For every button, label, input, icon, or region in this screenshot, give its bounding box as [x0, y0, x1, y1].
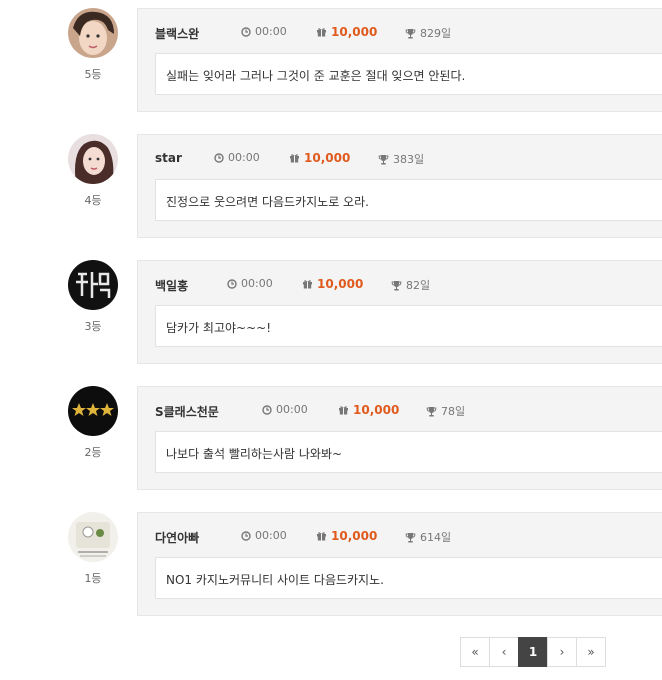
time-info: 00:00 — [227, 277, 273, 290]
gift-icon — [303, 280, 312, 289]
gift-icon — [317, 28, 326, 37]
time-value: 00:00 — [255, 529, 287, 542]
avatar[interactable] — [68, 134, 118, 184]
attendance-entry: 1등 다연아빠 00:00 10,000 614일 NO1 카지노커뮤니티 사이… — [0, 512, 662, 618]
time-info: 00:00 — [241, 25, 287, 38]
gift-icon — [317, 532, 326, 541]
prev-page-button[interactable]: ‹ — [489, 637, 519, 667]
comment-card: star 00:00 10,000 383일 진정으로 웃으려면 다음드카지노로… — [137, 134, 662, 238]
trophy-icon — [405, 28, 416, 38]
entry-header: 다연아빠 00:00 10,000 614일 — [155, 529, 451, 549]
days-value: 78일 — [441, 405, 466, 418]
clock-icon — [214, 152, 224, 163]
avatar[interactable] — [68, 8, 118, 58]
points-value: 10,000 — [317, 277, 364, 291]
days-value: 82일 — [406, 279, 431, 292]
time-info: 00:00 — [241, 529, 287, 542]
pagination: « ‹ 1 › » — [460, 637, 606, 667]
time-value: 00:00 — [255, 25, 287, 38]
days-info: 82일 — [391, 277, 430, 293]
rank-label: 3등 — [84, 320, 102, 333]
trophy-icon — [426, 406, 437, 416]
avatar-column: 4등 — [68, 134, 118, 208]
page-button-current[interactable]: 1 — [518, 637, 548, 667]
time-value: 00:00 — [276, 403, 308, 416]
time-value: 00:00 — [228, 151, 260, 164]
entry-header: 블랙스완 00:00 10,000 829일 — [155, 25, 451, 45]
point-info: 10,000 — [316, 529, 377, 543]
days-value: 383일 — [393, 153, 425, 166]
comment-message: 담카가 최고야~~~! — [155, 305, 662, 347]
attendance-entry: 5등 블랙스완 00:00 10,000 829일 실패는 잊어라 그러나 그것… — [0, 8, 662, 114]
comment-message: 나보다 출석 빨리하는사람 나와봐~ — [155, 431, 662, 473]
days-info: 614일 — [405, 529, 451, 545]
attendance-entry: 2등 S클래스천문 00:00 10,000 78일 나보다 출석 빨리하는사람… — [0, 386, 662, 492]
trophy-icon — [405, 532, 416, 542]
points-value: 10,000 — [331, 529, 378, 543]
point-info: 10,000 — [302, 277, 363, 291]
clock-icon — [262, 404, 272, 415]
trophy-icon — [391, 280, 402, 290]
days-value: 614일 — [420, 531, 452, 544]
gift-icon — [290, 154, 299, 163]
rank-label: 1등 — [84, 572, 102, 585]
comment-card: 백일홍 00:00 10,000 82일 담카가 최고야~~~! — [137, 260, 662, 364]
time-value: 00:00 — [241, 277, 273, 290]
user-name[interactable]: S클래스천문 — [155, 405, 219, 419]
comment-message: NO1 카지노커뮤니티 사이트 다음드카지노. — [155, 557, 662, 599]
avatar[interactable] — [68, 512, 118, 562]
user-name[interactable]: 백일홍 — [155, 279, 188, 293]
days-info: 383일 — [378, 151, 424, 167]
avatar-column: 3등 — [68, 260, 118, 334]
points-value: 10,000 — [331, 25, 378, 39]
user-name[interactable]: 다연아빠 — [155, 531, 199, 545]
points-value: 10,000 — [353, 403, 400, 417]
point-info: 10,000 — [289, 151, 350, 165]
attendance-entry: 3등 백일홍 00:00 10,000 82일 담카가 최고야~~~! — [0, 260, 662, 366]
entry-header: star 00:00 10,000 383일 — [155, 151, 424, 171]
trophy-icon — [378, 154, 389, 164]
days-info: 78일 — [426, 403, 465, 419]
clock-icon — [241, 26, 251, 37]
rank-label: 2등 — [84, 446, 102, 459]
user-name[interactable]: star — [155, 151, 182, 165]
time-info: 00:00 — [214, 151, 260, 164]
avatar[interactable] — [68, 260, 118, 310]
comment-card: S클래스천문 00:00 10,000 78일 나보다 출석 빨리하는사람 나와… — [137, 386, 662, 490]
point-info: 10,000 — [338, 403, 399, 417]
avatar[interactable] — [68, 386, 118, 436]
days-value: 829일 — [420, 27, 452, 40]
rank-label: 4등 — [84, 194, 102, 207]
entry-header: S클래스천문 00:00 10,000 78일 — [155, 403, 465, 423]
last-page-button[interactable]: » — [576, 637, 606, 667]
days-info: 829일 — [405, 25, 451, 41]
avatar-column: 1등 — [68, 512, 118, 586]
attendance-entry: 4등 star 00:00 10,000 383일 진정으로 웃으려면 다음드카… — [0, 134, 662, 240]
avatar-column: 5등 — [68, 8, 118, 82]
comment-card: 블랙스완 00:00 10,000 829일 실패는 잊어라 그러나 그것이 준… — [137, 8, 662, 112]
point-info: 10,000 — [316, 25, 377, 39]
gift-icon — [339, 406, 348, 415]
clock-icon — [241, 530, 251, 541]
time-info: 00:00 — [262, 403, 308, 416]
user-name[interactable]: 블랙스완 — [155, 27, 199, 41]
avatar-column: 2등 — [68, 386, 118, 460]
first-page-button[interactable]: « — [460, 637, 490, 667]
comment-card: 다연아빠 00:00 10,000 614일 NO1 카지노커뮤니티 사이트 다… — [137, 512, 662, 616]
points-value: 10,000 — [304, 151, 351, 165]
next-page-button[interactable]: › — [547, 637, 577, 667]
comment-message: 실패는 잊어라 그러나 그것이 준 교훈은 절대 잊으면 안된다. — [155, 53, 662, 95]
entry-header: 백일홍 00:00 10,000 82일 — [155, 277, 430, 297]
comment-message: 진정으로 웃으려면 다음드카지노로 오라. — [155, 179, 662, 221]
rank-label: 5등 — [84, 68, 102, 81]
clock-icon — [227, 278, 237, 289]
